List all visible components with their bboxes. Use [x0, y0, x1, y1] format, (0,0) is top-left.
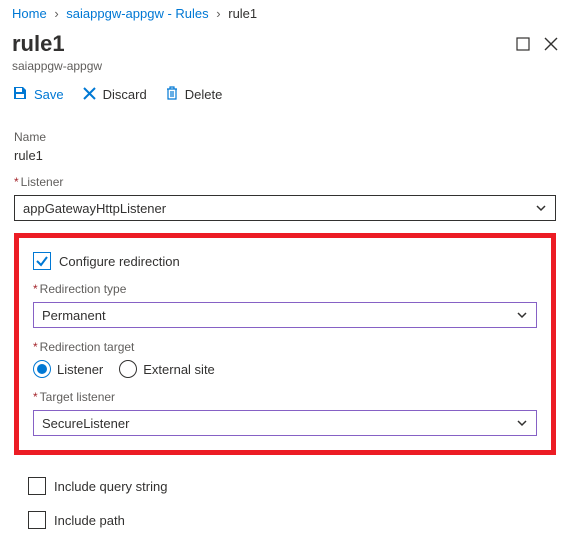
redirection-type-value: Permanent	[42, 308, 106, 323]
target-listener-select[interactable]: SecureListener	[33, 410, 537, 436]
page-subtitle: saiappgw-appgw	[12, 59, 102, 73]
breadcrumb-current: rule1	[228, 6, 257, 21]
save-button[interactable]: Save	[12, 85, 64, 104]
breadcrumb-home[interactable]: Home	[12, 6, 47, 21]
chevron-right-icon: ›	[54, 6, 58, 21]
target-radio-external-label: External site	[143, 362, 215, 377]
discard-label: Discard	[103, 87, 147, 102]
target-radio-listener-label: Listener	[57, 362, 103, 377]
delete-icon	[165, 85, 179, 104]
discard-icon	[82, 86, 97, 104]
target-listener-label: *Target listener	[33, 390, 537, 404]
target-radio-listener[interactable]: Listener	[33, 360, 103, 378]
breadcrumb-rules[interactable]: saiappgw-appgw - Rules	[66, 6, 208, 21]
delete-label: Delete	[185, 87, 223, 102]
redirection-type-label: *Redirection type	[33, 282, 537, 296]
listener-select[interactable]: appGatewayHttpListener	[14, 195, 556, 221]
name-label: Name	[14, 130, 556, 144]
include-path-checkbox[interactable]	[28, 511, 46, 529]
chevron-right-icon: ›	[216, 6, 220, 21]
discard-button[interactable]: Discard	[82, 86, 147, 104]
chevron-down-icon	[516, 417, 528, 429]
chevron-down-icon	[535, 202, 547, 214]
redirection-type-select[interactable]: Permanent	[33, 302, 537, 328]
page-title: rule1	[12, 31, 102, 57]
configure-redirection-checkbox[interactable]	[33, 252, 51, 270]
toolbar: Save Discard Delete	[0, 73, 570, 114]
chevron-down-icon	[516, 309, 528, 321]
delete-button[interactable]: Delete	[165, 85, 223, 104]
include-query-checkbox[interactable]	[28, 477, 46, 495]
target-radio-external[interactable]: External site	[119, 360, 215, 378]
redirection-target-label: *Redirection target	[33, 340, 537, 354]
listener-value: appGatewayHttpListener	[23, 201, 166, 216]
include-query-label: Include query string	[54, 479, 167, 494]
target-listener-value: SecureListener	[42, 416, 129, 431]
save-icon	[12, 85, 28, 104]
save-label: Save	[34, 87, 64, 102]
restore-icon[interactable]	[516, 37, 530, 54]
breadcrumb: Home › saiappgw-appgw - Rules › rule1	[0, 0, 570, 27]
include-path-label: Include path	[54, 513, 125, 528]
name-value: rule1	[14, 148, 556, 163]
listener-label: *Listener	[14, 175, 556, 189]
highlight-region: Configure redirection *Redirection type …	[14, 233, 556, 455]
configure-redirection-label: Configure redirection	[59, 254, 180, 269]
close-icon[interactable]	[544, 37, 558, 54]
